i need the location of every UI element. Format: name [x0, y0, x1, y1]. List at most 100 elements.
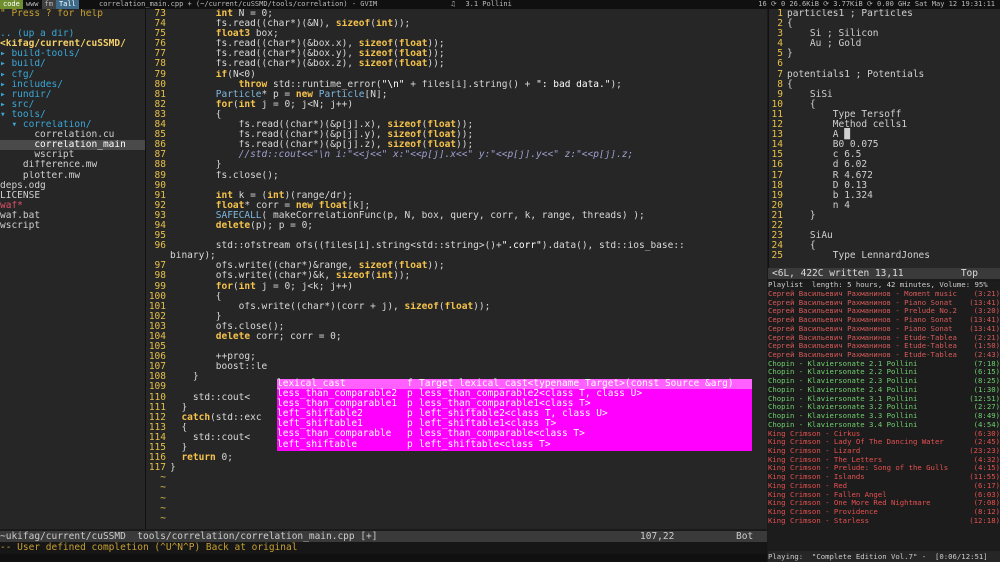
- code-line[interactable]: 101 ofs.write((char*)(corr + j), sizeof(…: [146, 301, 767, 312]
- playlist-track[interactable]: King Crimson - Providence (8:12): [768, 507, 1000, 517]
- code-line[interactable]: ~: [146, 473, 767, 483]
- tag-www[interactable]: www: [23, 0, 42, 9]
- tree-file[interactable]: wscript: [0, 150, 145, 160]
- playlist-track[interactable]: King Crimson - Lizard (23:23): [768, 446, 1000, 456]
- playlist-track[interactable]: Сергей Васильевич Рахманинов - Etude-Tab…: [768, 333, 1000, 343]
- config-line[interactable]: 25 Type LennardJones: [769, 251, 1000, 261]
- playlist-track[interactable]: Сергей Васильевич Рахманинов - Etude-Tab…: [768, 350, 1000, 360]
- playlist-track[interactable]: King Crimson - Fallen Angel (6:03): [768, 490, 1000, 500]
- code-line[interactable]: 77 fs.read((char*)(&box.y), sizeof(float…: [146, 49, 767, 59]
- code-line[interactable]: ~: [146, 483, 767, 493]
- code-line[interactable]: 84 fs.read((char*)(&p[j].x), sizeof(floa…: [146, 119, 767, 130]
- playlist-track[interactable]: King Crimson - Cirkus (6:30): [768, 429, 1000, 439]
- code-line[interactable]: 99 for(int j = 0; j<k; j++): [146, 281, 767, 292]
- code-line[interactable]: 80 throw std::runtime_error("\n" + files…: [146, 79, 767, 90]
- code-line[interactable]: 117}: [146, 463, 767, 473]
- tree-directory[interactable]: ▸ cfg/: [0, 70, 145, 80]
- playlist-track[interactable]: Chopin - Klaviersonate 3.1 Pollini (12:51…: [768, 394, 1000, 404]
- tree-file[interactable]: correlation.cu: [0, 130, 145, 140]
- code-line[interactable]: 92 float* corr = new float[k];: [146, 200, 767, 211]
- code-editor[interactable]: 73 int N = 0; 74 fs.read((char*)(&N), siz…: [145, 9, 767, 529]
- code-line[interactable]: 98 ofs.write((char*)&k, sizeof(int));: [146, 271, 767, 281]
- tree-file[interactable]: [0, 19, 145, 29]
- code-line[interactable]: 75 float3 box;: [146, 29, 767, 39]
- code-line[interactable]: 74 fs.read((char*)(&N), sizeof(int));: [146, 18, 767, 29]
- playlist-track[interactable]: Chopin - Klaviersonate 3.4 Pollini (4:54): [768, 420, 1000, 430]
- code-line[interactable]: 78 fs.read((char*)(&box.z), sizeof(float…: [146, 59, 767, 69]
- config-line[interactable]: 5}: [769, 49, 1000, 59]
- code-line[interactable]: 116 return 0;: [146, 453, 767, 463]
- playlist-track[interactable]: Сергей Васильевич Рахманинов - Etude-Tab…: [768, 342, 1000, 351]
- tree-file[interactable]: deps.odg: [0, 181, 145, 191]
- playlist-track[interactable]: King Crimson - Starless (12:18): [768, 516, 1000, 526]
- tree-directory[interactable]: ▸ includes/: [0, 80, 145, 90]
- tag-fm[interactable]: fm: [41, 0, 56, 9]
- playlist-track[interactable]: Сергей Васильевич Рахманинов - Piano Son…: [768, 298, 1000, 308]
- code-line[interactable]: ~: [146, 493, 767, 504]
- code-line[interactable]: 88 }: [146, 160, 767, 170]
- code-line[interactable]: 107 boost::le: [146, 362, 767, 372]
- code-line[interactable]: ~: [146, 503, 767, 514]
- tree-directory[interactable]: ▾ tools/: [0, 110, 145, 120]
- code-line[interactable]: 76 fs.read((char*)(&box.x), sizeof(float…: [146, 39, 767, 49]
- playlist-track[interactable]: King Crimson - Red (6:17): [768, 481, 1000, 491]
- code-line[interactable]: 106 ++prog;: [146, 352, 767, 362]
- playlist-track[interactable]: Chopin - Klaviersonate 2.4 Pollini (1:30): [768, 385, 1000, 395]
- playlist-track[interactable]: King Crimson - Lady Of The Dancing Water…: [768, 437, 1000, 447]
- code-line[interactable]: 100 {: [146, 291, 767, 302]
- config-line[interactable]: 7 potentials1 ; Potentials: [769, 69, 1000, 80]
- tree-directory[interactable]: ▸ build-tools/: [0, 49, 145, 59]
- tree-file[interactable]: plotter.mw: [0, 171, 145, 181]
- code-line[interactable]: ~: [146, 513, 767, 524]
- code-line[interactable]: 91 int k = (int)(range/dr);: [146, 190, 767, 201]
- tree-directory[interactable]: .. (up a dir): [0, 29, 145, 39]
- tree-directory[interactable]: ▸ rundir/: [0, 90, 145, 100]
- playlist-track[interactable]: King Crimson - Prelude: Song of the Gull…: [768, 464, 1000, 473]
- playlist-track[interactable]: Chopin - Klaviersonate 2.1 Pollini (7:18): [768, 359, 1000, 369]
- code-line[interactable]: 85 fs.read((char*)(&p[j].y), sizeof(floa…: [146, 130, 767, 140]
- config-line[interactable]: 4 Au ; Gold: [769, 39, 1000, 49]
- playlist-track[interactable]: King Crimson - The Letters (4:32): [768, 455, 1000, 465]
- code-line[interactable]: 86 fs.read((char*)(&p[j].z), sizeof(floa…: [146, 140, 767, 150]
- tree-file[interactable]: difference.mw: [0, 160, 145, 170]
- code-line[interactable]: 96 std::ofstream ofs((files[i].string<st…: [146, 241, 767, 251]
- code-line[interactable]: 89 fs.close();: [146, 170, 767, 181]
- code-line[interactable]: 103 ofs.close();: [146, 321, 767, 332]
- layout-indicator[interactable]: Tall: [55, 0, 79, 9]
- code-line[interactable]: 95: [146, 230, 767, 241]
- code-line[interactable]: 79 if(N<0): [146, 69, 767, 80]
- completion-item[interactable]: left_shiftable p left_shiftable<class T>: [277, 439, 752, 450]
- playlist-track[interactable]: Сергей Васильевич Рахманинов - Piano Son…: [768, 315, 1000, 325]
- code-line[interactable]: 73 int N = 0;: [146, 9, 767, 19]
- playlist-track[interactable]: Сергей Васильевич Рахманинов - Moment mu…: [768, 289, 1000, 299]
- config-line[interactable]: 21 }: [769, 210, 1000, 221]
- code-line[interactable]: 97 ofs.write((char*)&range, sizeof(float…: [146, 261, 767, 271]
- code-line[interactable]: 81 Particle* p = new Particle[N];: [146, 89, 767, 100]
- code-line[interactable]: 105: [146, 341, 767, 352]
- tree-file[interactable]: wscript: [0, 221, 145, 231]
- code-line[interactable]: 83 {: [146, 109, 767, 120]
- code-line[interactable]: 82 for(int j = 0; j<N; j++): [146, 99, 767, 110]
- tree-file[interactable]: waf.bat: [0, 211, 145, 221]
- code-line[interactable]: 87 //std::cout<<"\n i:"<<j<<" x:"<<p[j].…: [146, 150, 767, 160]
- config-editor[interactable]: 1 particles1 ; Particles 2{3 Si ; Silicon 4…: [768, 9, 1000, 279]
- tree-file[interactable]: correlation_main: [0, 140, 145, 151]
- playlist-track[interactable]: Chopin - Klaviersonate 2.2 Pollini (6:15): [768, 368, 1000, 377]
- config-line[interactable]: 16 d 6.02: [769, 160, 1000, 170]
- code-line[interactable]: 94 delete(p); p = 0;: [146, 220, 767, 231]
- code-line[interactable]: binary);: [146, 251, 767, 261]
- config-line[interactable]: 1 particles1 ; Particles: [769, 9, 1000, 19]
- code-line[interactable]: 104 delete corr; corr = 0;: [146, 331, 767, 342]
- playlist-track[interactable]: Сергей Васильевич Рахманинов - Piano Son…: [768, 324, 1000, 334]
- tree-directory[interactable]: ▸ src/: [0, 100, 145, 110]
- playlist-track[interactable]: Chopin - Klaviersonate 2.3 Pollini (8:25): [768, 376, 1000, 386]
- playlist-track[interactable]: King Crimson - Islands (11:55): [768, 472, 1000, 482]
- tree-directory[interactable]: ▸ build/: [0, 59, 145, 69]
- tree-file[interactable]: LICENSE: [0, 191, 145, 201]
- playlist-track[interactable]: Chopin - Klaviersonate 3.3 Pollini (8:49): [768, 411, 1000, 421]
- playlist-track[interactable]: Chopin - Klaviersonate 3.2 Pollini (2:27): [768, 403, 1000, 412]
- playlist-track[interactable]: King Crimson - One More Red Nightmare (7:…: [768, 499, 1000, 508]
- code-line[interactable]: 102 }: [146, 311, 767, 322]
- tag-code[interactable]: code: [0, 0, 23, 9]
- tree-file[interactable]: waf*: [0, 201, 145, 211]
